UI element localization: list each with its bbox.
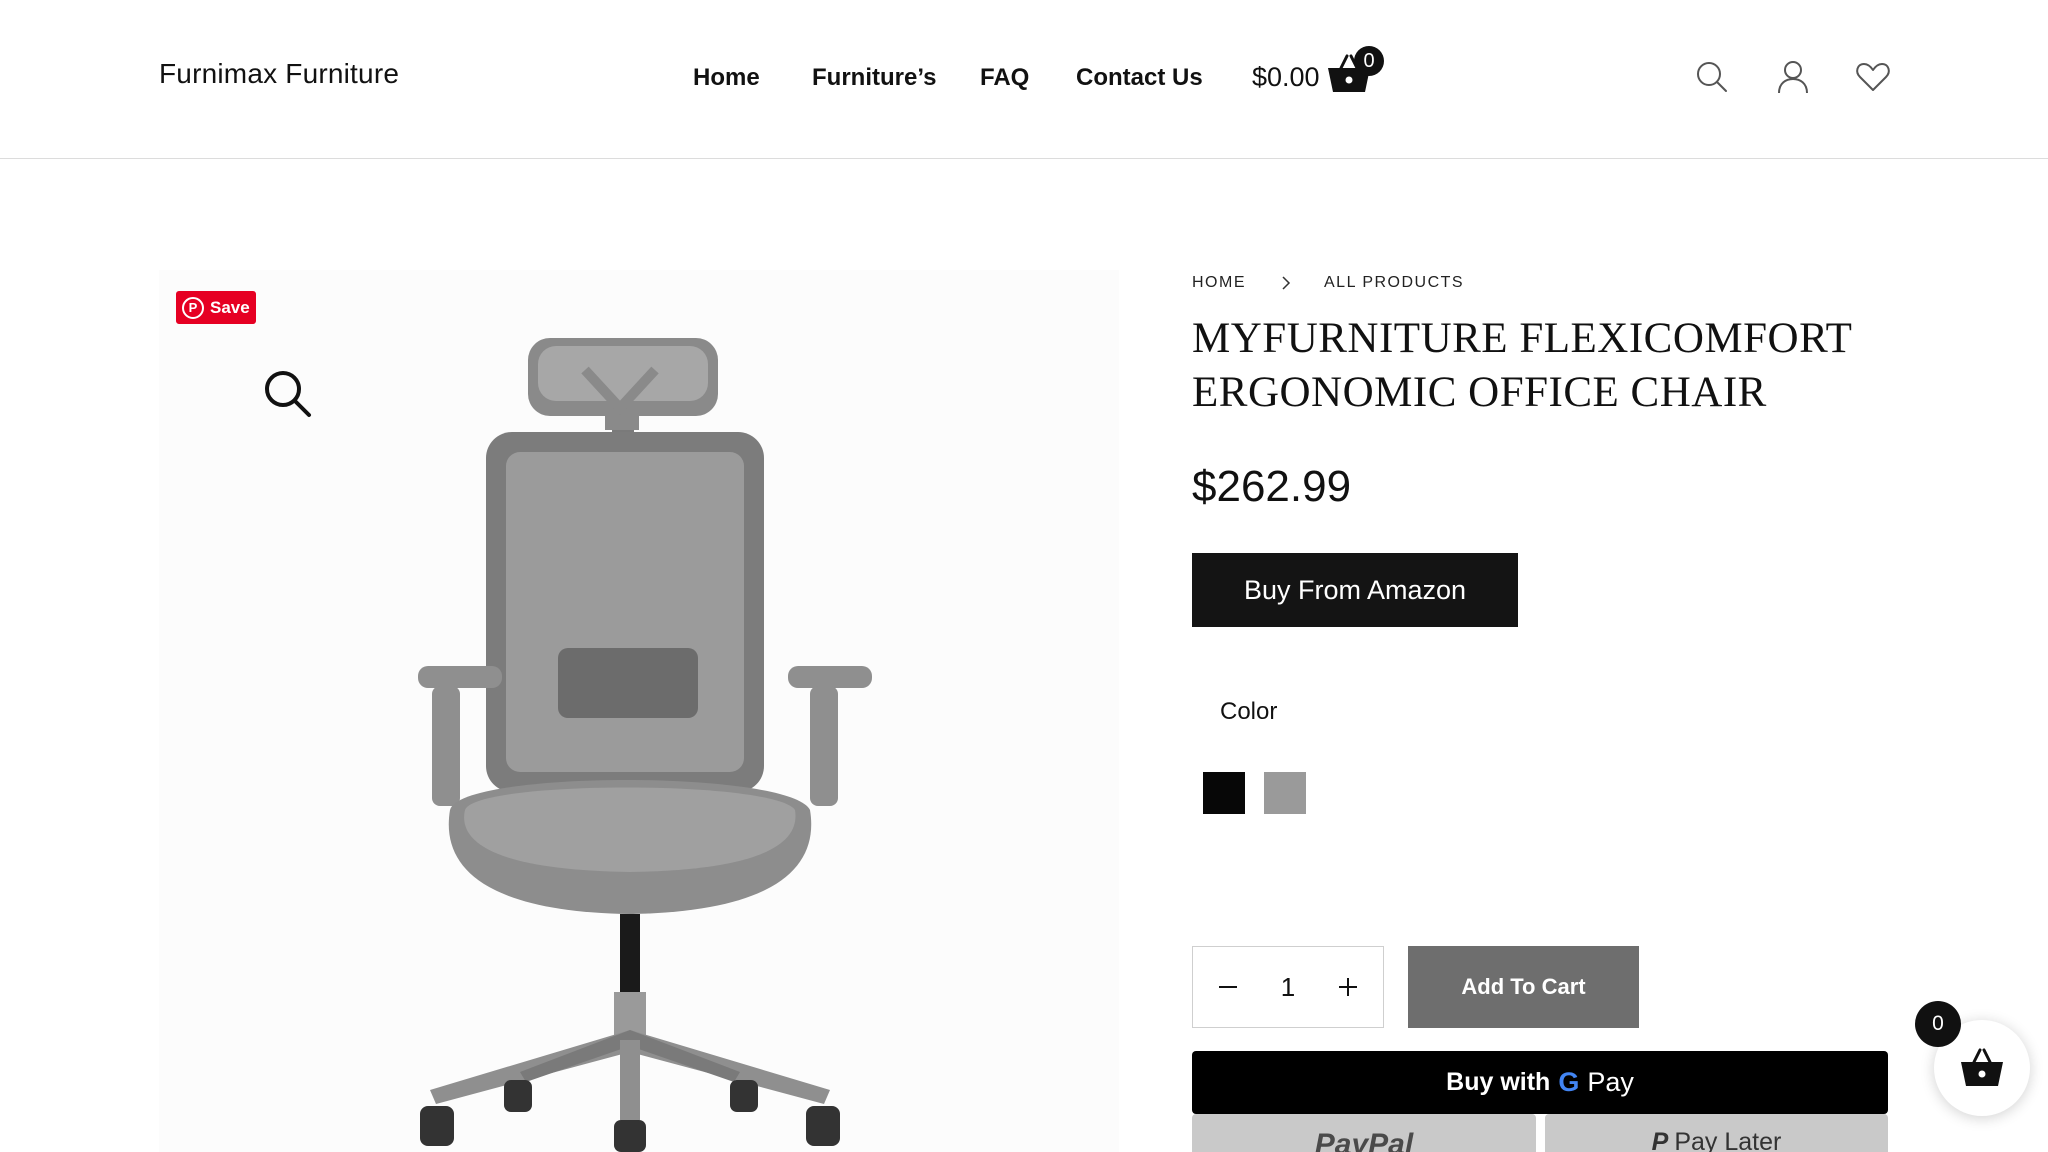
paypal-button[interactable]: PayPal (1192, 1114, 1536, 1152)
nav-faq[interactable]: FAQ (980, 64, 1029, 92)
breadcrumb: HOME ALL PRODUCTS (1192, 274, 1464, 292)
nav-furniture[interactable]: Furniture’s (812, 64, 936, 92)
pinterest-save-label: Save (210, 297, 250, 317)
site-header: Furnimax Furniture Home Furniture’s FAQ … (0, 0, 2048, 159)
paypal-label: PayPal (1314, 1128, 1414, 1152)
basket-icon (1961, 1048, 2003, 1086)
color-swatch-black[interactable] (1203, 772, 1245, 814)
google-g-icon: G (1558, 1067, 1580, 1097)
search-icon[interactable] (1693, 58, 1731, 96)
plus-icon[interactable] (1337, 976, 1359, 998)
product-title: MYFURNITURE FLEXICOMFORT ERGONOMIC OFFIC… (1192, 315, 1852, 416)
cart-amount[interactable]: $0.00 (1252, 62, 1320, 93)
user-icon[interactable] (1774, 58, 1812, 96)
nav-contact-us[interactable]: Contact Us (1076, 64, 1203, 92)
site-logo[interactable]: Furnimax Furniture (159, 58, 399, 90)
pinterest-save-button[interactable]: P Save (176, 291, 256, 324)
office-chair-image (418, 338, 872, 1152)
color-label: Color (1220, 698, 1278, 725)
cart-count-badge: 0 (1354, 46, 1384, 76)
quantity-stepper: 1 (1192, 946, 1384, 1028)
paypal-p-icon: P (1651, 1128, 1669, 1152)
chevron-right-icon (1282, 276, 1291, 290)
minus-icon[interactable] (1217, 976, 1239, 998)
pay-later-label: Pay Later (1674, 1128, 1782, 1152)
zoom-icon[interactable] (262, 368, 314, 420)
add-to-cart-button[interactable]: Add To Cart (1408, 946, 1639, 1028)
floating-cart-count: 0 (1915, 1001, 1961, 1047)
breadcrumb-all-products[interactable]: ALL PRODUCTS (1324, 274, 1464, 292)
quantity-value[interactable]: 1 (1281, 972, 1295, 1003)
pinterest-icon: P (182, 296, 204, 319)
product-price: $262.99 (1192, 462, 1352, 511)
paypal-pay-later-button[interactable]: P Pay Later (1545, 1114, 1888, 1152)
color-swatch-grey[interactable] (1264, 772, 1306, 814)
gpay-pay-label: Pay (1587, 1067, 1634, 1097)
google-pay-button[interactable]: Buy with G Pay (1192, 1051, 1888, 1114)
gpay-buy-with-label: Buy with (1446, 1068, 1551, 1096)
heart-icon[interactable] (1854, 58, 1892, 96)
breadcrumb-home[interactable]: HOME (1192, 274, 1246, 292)
buy-from-amazon-button[interactable]: Buy From Amazon (1192, 553, 1518, 627)
nav-home[interactable]: Home (693, 64, 760, 92)
